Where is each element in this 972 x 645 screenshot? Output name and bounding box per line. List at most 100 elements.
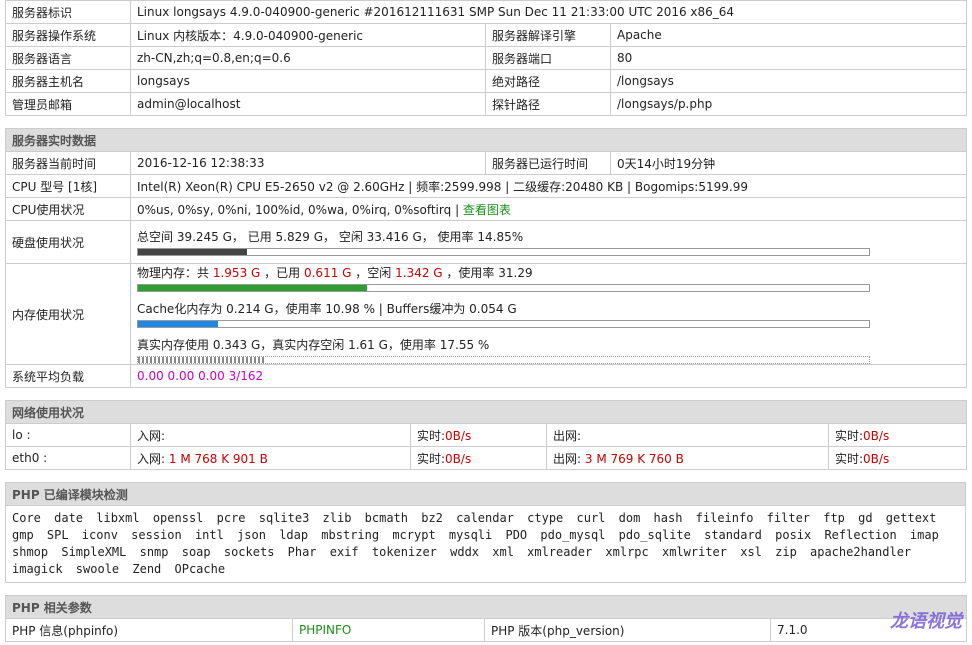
server-lang-value: zh-CN,zh;q=0.8,en;q=0.6: [130, 46, 486, 70]
out-label: 出网:: [553, 451, 582, 466]
uptime-label: 服务器已运行时间: [485, 151, 611, 175]
table-row: CPU 型号 [1核] Intel(R) Xeon(R) CPU E5-2650…: [5, 174, 968, 198]
table-row: eth0 : 入网: 1 M 768 K 901 B 实时:0B/s 出网: 3…: [5, 446, 968, 470]
table-row: 硬盘使用状况 总空间 39.245 G， 已用 5.829 G， 空闲 33.4…: [5, 220, 968, 264]
disk-usage-bar: [137, 248, 870, 256]
current-time-label: 服务器当前时间: [5, 151, 131, 175]
rt-in-cell: 实时:0B/s: [410, 446, 547, 470]
mem-usage-fill: [138, 285, 367, 291]
in-cell: 入网:: [130, 423, 411, 447]
table-row: lo : 入网: 实时:0B/s 出网: 实时:0B/s: [5, 423, 968, 447]
table-row: 服务器操作系统 Linux 内核版本：4.9.0-040900-generic …: [5, 23, 967, 47]
mem-rate: ，使用率 31.29: [446, 266, 533, 280]
out-cell: 出网:: [546, 423, 829, 447]
php-params-title: PHP 相关参数: [5, 595, 967, 619]
out-cell: 出网: 3 M 769 K 760 B: [546, 446, 829, 470]
server-id-value: Linux longsays 4.9.0-040900-generic #201…: [130, 0, 967, 24]
rt-label: 实时:: [417, 451, 446, 466]
cpu-value: Intel(R) Xeon(R) CPU E5-2650 v2 @ 2.60GH…: [129, 174, 968, 198]
table-row: PHP 信息(phpinfo) PHPINFO PHP 版本(php_versi…: [5, 618, 967, 642]
mem-phys-line: 物理内存：共 1.953 G ，已用 0.611 G ，空闲 1.342 G ，…: [137, 265, 960, 282]
cpu-label: CPU 型号 [1核]: [5, 174, 131, 198]
rt-in-cell: 实时:0B/s: [410, 423, 547, 447]
realtime-title: 服务器实时数据: [4, 128, 968, 152]
disk-cell: 总空间 39.245 G， 已用 5.829 G， 空闲 33.416 G， 使…: [129, 220, 968, 264]
modules-list: Core date libxml openssl pcre sqlite3 zl…: [5, 505, 966, 583]
modules-table: PHP 已编译模块检测 Core date libxml openssl pcr…: [5, 482, 966, 583]
iface-name: lo :: [5, 423, 131, 447]
probe-page: 服务器标识 Linux longsays 4.9.0-040900-generi…: [4, 0, 968, 642]
phpinfo-label: PHP 信息(phpinfo): [5, 618, 293, 642]
server-engine-label: 服务器解译引擎: [485, 23, 611, 47]
rt-out: 0B/s: [863, 451, 890, 466]
real-mem-usage-fill: [138, 357, 267, 363]
table-row: CPU使用状况 0%us, 0%sy, 0%ni, 100%id, 0%wa, …: [5, 197, 968, 221]
rt-label: 实时:: [835, 428, 864, 443]
admin-email-label: 管理员邮箱: [5, 92, 131, 116]
in-value: 1 M 768 K 901 B: [168, 451, 268, 466]
phpinfo-link[interactable]: PHPINFO: [299, 623, 351, 637]
disk-label: 硬盘使用状况: [5, 220, 131, 264]
network-table: 网络使用状况 lo : 入网: 实时:0B/s 出网: 实时:0B/s eth0…: [4, 400, 968, 470]
table-row: 内存使用状况 物理内存：共 1.953 G ，已用 0.611 G ，空闲 1.…: [5, 263, 968, 365]
server-os-value: Linux 内核版本：4.9.0-040900-generic: [130, 23, 486, 47]
php-version-label: PHP 版本(php_version): [484, 618, 771, 642]
server-info-table: 服务器标识 Linux longsays 4.9.0-040900-generi…: [5, 0, 967, 116]
cache-value: Cache化内存为 0.214 G，使用率 10.98 % | Buffers缓…: [137, 302, 517, 316]
table-row: 服务器主机名 longsays 绝对路径 /longsays: [5, 69, 967, 93]
section-header: 服务器实时数据: [4, 128, 968, 152]
rt-out: 0B/s: [863, 428, 890, 443]
mem-free-prefix: ，空闲: [355, 266, 392, 280]
server-os-label: 服务器操作系统: [5, 23, 131, 47]
table-row: 服务器语言 zh-CN,zh;q=0.8,en;q=0.6 服务器端口 80: [5, 46, 967, 70]
mem-used: 0.611 G: [303, 266, 352, 280]
admin-email-value: admin@localhost: [130, 92, 486, 116]
rt-label: 实时:: [417, 428, 446, 443]
cpu-usage-value: 0%us, 0%sy, 0%ni, 100%id, 0%wa, 0%irq, 0…: [137, 202, 452, 217]
rt-out-cell: 实时:0B/s: [827, 423, 968, 447]
cpu-usage-label: CPU使用状况: [5, 197, 131, 221]
in-cell: 入网: 1 M 768 K 901 B: [130, 446, 411, 470]
server-lang-label: 服务器语言: [5, 46, 131, 70]
mem-cell: 物理内存：共 1.953 G ，已用 0.611 G ，空闲 1.342 G ，…: [129, 263, 968, 365]
mem-phys-prefix: 物理内存：共: [137, 266, 210, 280]
server-hostname-value: longsays: [130, 69, 486, 93]
server-hostname-label: 服务器主机名: [5, 69, 131, 93]
network-title: 网络使用状况: [4, 400, 968, 424]
cpu-chart-link[interactable]: 查看图表: [463, 203, 511, 217]
mem-usage-bar: [137, 284, 870, 292]
table-row: 系统平均负载 0.00 0.00 0.00 3/162: [5, 364, 968, 388]
watermark-logo: 龙语视觉: [890, 611, 962, 632]
in-label: 入网:: [137, 428, 166, 443]
abs-path-label: 绝对路径: [485, 69, 611, 93]
server-engine-value: Apache: [610, 23, 967, 47]
section-header: 网络使用状况: [4, 400, 968, 424]
separator: |: [455, 202, 463, 217]
cache-usage-bar: [137, 320, 870, 328]
disk-usage-fill: [138, 249, 247, 255]
mem-total: 1.953 G: [212, 266, 261, 280]
server-port-value: 80: [610, 46, 967, 70]
server-id-label: 服务器标识: [5, 0, 131, 24]
in-label: 入网:: [137, 451, 166, 466]
mem-used-prefix: ，已用: [264, 266, 301, 280]
out-label: 出网:: [553, 428, 582, 443]
server-port-label: 服务器端口: [485, 46, 611, 70]
cpu-usage-cell: 0%us, 0%sy, 0%ni, 100%id, 0%wa, 0%irq, 0…: [129, 197, 968, 221]
rt-label: 实时:: [835, 451, 864, 466]
section-header: PHP 相关参数: [5, 595, 967, 619]
table-row: Core date libxml openssl pcre sqlite3 zl…: [5, 505, 966, 583]
iface-name: eth0 :: [5, 446, 131, 470]
modules-title: PHP 已编译模块检测: [5, 482, 966, 506]
rt-in: 0B/s: [445, 451, 472, 466]
cache-usage-fill: [138, 321, 219, 327]
mem-free: 1.342 G: [395, 266, 443, 280]
mem-label: 内存使用状况: [5, 263, 131, 365]
rt-in: 0B/s: [445, 428, 472, 443]
php-params-table: PHP 相关参数 PHP 信息(phpinfo) PHPINFO PHP 版本(…: [5, 595, 967, 642]
probe-path-label: 探针路径: [485, 92, 611, 116]
rt-out-cell: 实时:0B/s: [827, 446, 968, 470]
real-mem-usage-bar: [137, 356, 870, 364]
abs-path-value: /longsays: [610, 69, 967, 93]
table-row: 服务器标识 Linux longsays 4.9.0-040900-generi…: [5, 0, 967, 24]
